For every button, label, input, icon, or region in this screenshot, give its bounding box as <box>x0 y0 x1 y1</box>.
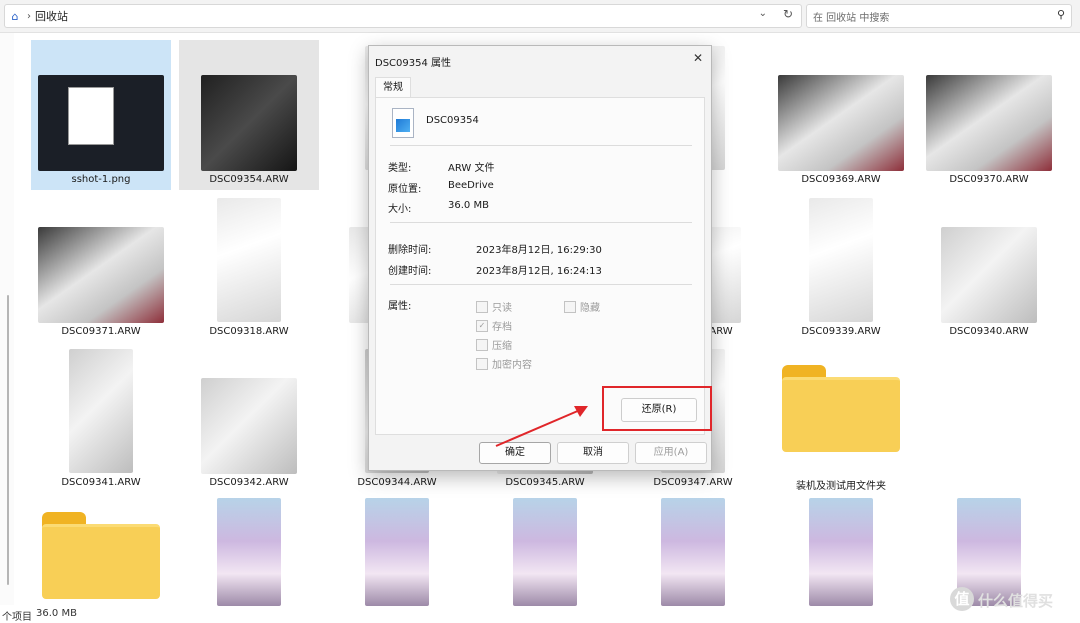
annotation-arrow <box>495 406 588 447</box>
arrow-line <box>495 409 581 447</box>
